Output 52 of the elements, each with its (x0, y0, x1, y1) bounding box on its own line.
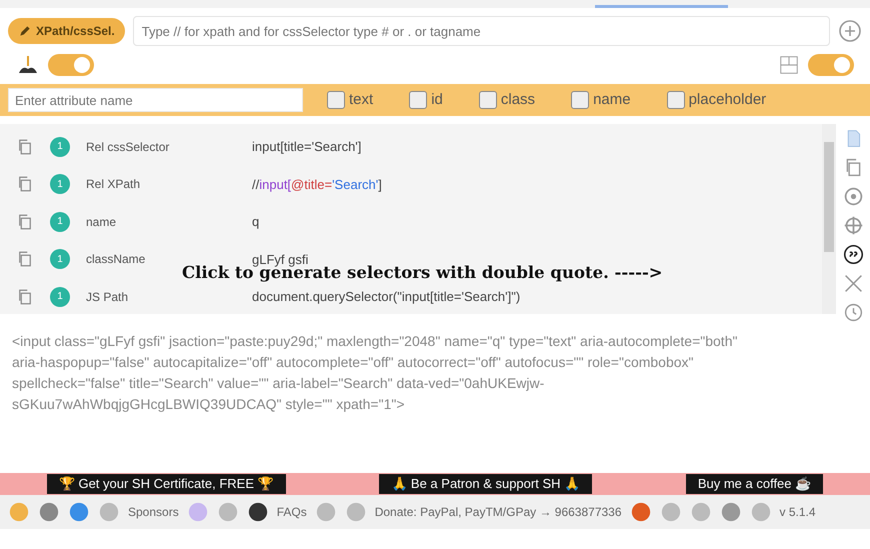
match-count: 1 (50, 136, 70, 157)
selector-value: input[title='Search'] (252, 138, 362, 156)
selector-name: className (86, 251, 146, 268)
selector-name: Rel XPath (86, 176, 142, 194)
footer-link[interactable]: FAQs (276, 503, 307, 521)
footer-link[interactable]: v 5.1.4 (780, 503, 816, 521)
banner-link[interactable]: 🏆 Get your SH Certificate, FREE 🏆 (46, 474, 286, 494)
checkbox[interactable] (409, 91, 428, 109)
checkbox-label: placeholder (688, 90, 766, 110)
crosshair-icon[interactable] (842, 215, 864, 236)
copy-icon[interactable] (16, 212, 34, 231)
copy-icon[interactable] (16, 138, 34, 156)
match-count: 1 (50, 286, 70, 307)
selector-value: document.querySelector("input[title='Search']") (252, 288, 520, 306)
toggle-switch[interactable] (48, 54, 94, 76)
checkbox[interactable] (327, 91, 345, 109)
copy-icon[interactable] (16, 175, 34, 194)
scrollbar[interactable] (822, 124, 836, 314)
footer-link[interactable]: Donate: PayPal, PayTM/GPay → 9663877336 (374, 503, 622, 521)
round-icon[interactable] (246, 501, 269, 523)
mode-button[interactable]: XPath/cssSel. (8, 18, 125, 44)
match-count: 1 (50, 212, 70, 232)
selector-input[interactable]: Type // for xpath and for cssSelector type # or . or tagname (132, 16, 830, 46)
footer-link[interactable]: Sponsors (128, 503, 179, 521)
checkbox-label: id (431, 90, 443, 110)
checkbox[interactable] (666, 91, 685, 109)
checkbox-label: name (593, 90, 631, 110)
banner-link[interactable]: Buy me a coffee ☕ (686, 474, 824, 494)
shrink-icon[interactable] (842, 273, 864, 294)
match-count: 1 (50, 249, 70, 270)
toggle-switch[interactable] (808, 54, 854, 76)
html-snippet: <input class="gLFyf gsfi" jsaction="paste:puy29d;" maxlength="2048" name="q" type="text" aria-autocomplete="both" aria-haspopup="false" autocapitalize="off" autocomplete="off" autocorrect="off" autofocus="" role="combobox" spellcheck="false" title="Search" value="" aria-label="Search" data-ved="0ahUKEwjw-sGKuu7wAhWbqjgGHcgLBWIQ39UDCAQ" style="" xpath="1"> (11, 332, 738, 414)
copy-icon[interactable] (16, 288, 34, 306)
attribute-input[interactable]: Enter attribute name (8, 88, 303, 112)
selector-name: name (86, 214, 118, 231)
selector-value: //input[@title='Search'] (252, 176, 382, 194)
checkbox[interactable] (478, 91, 497, 109)
checkbox-label: text (349, 90, 374, 110)
selector-name: JS Path (86, 288, 130, 306)
match-count: 1 (50, 174, 70, 194)
layout-icon[interactable] (778, 54, 800, 76)
copy-icon[interactable] (16, 250, 34, 268)
add-icon[interactable] (838, 19, 862, 43)
checkbox[interactable] (571, 91, 590, 109)
history-icon[interactable] (842, 302, 864, 323)
selector-value: q (252, 213, 260, 231)
selector-name: Rel cssSelector (86, 138, 170, 156)
pencil-icon[interactable] (18, 24, 32, 38)
quote-icon[interactable] (842, 244, 864, 265)
checkbox-label: class (500, 90, 536, 110)
settings-icon[interactable] (842, 186, 864, 207)
banner-link[interactable]: 🙏 Be a Patron & support SH 🙏 (379, 474, 592, 494)
